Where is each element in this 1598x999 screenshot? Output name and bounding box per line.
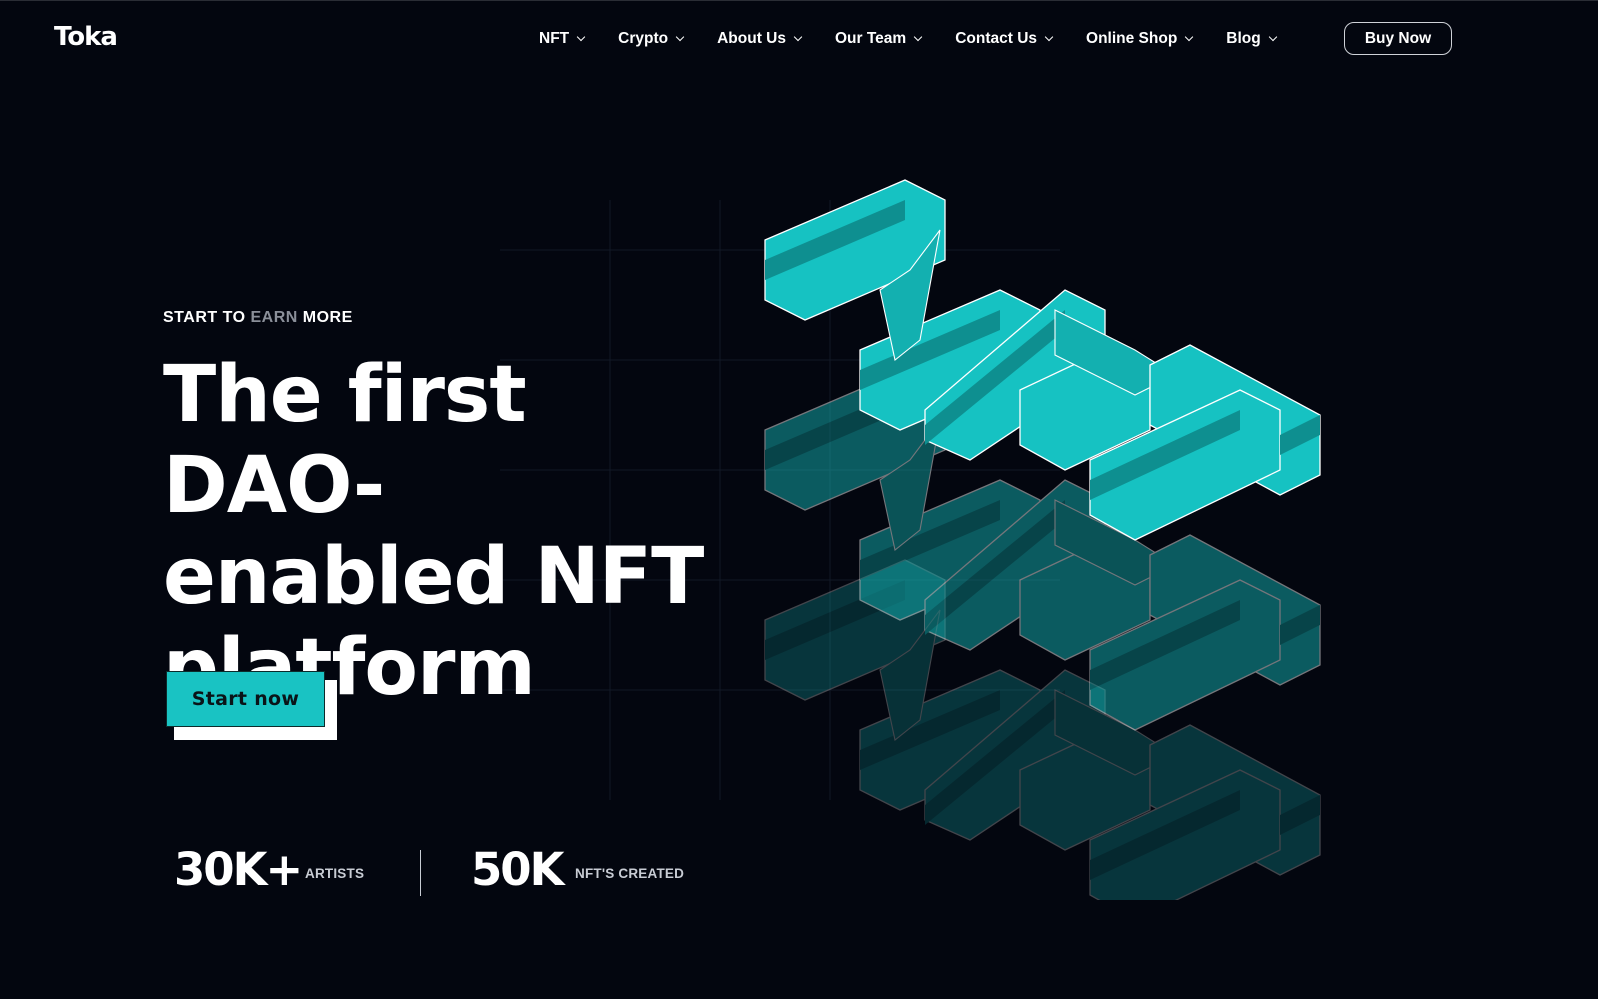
top-border (0, 0, 1598, 1)
nav-item-blog[interactable]: Blog (1226, 27, 1277, 51)
start-now-button[interactable]: Start now (166, 671, 325, 727)
nav-item-nft[interactable]: NFT (539, 27, 586, 51)
hero-title-line: The first DAO- (163, 350, 527, 531)
hero-eyebrow: START TO EARN MORE (163, 309, 353, 327)
nav-item-label: Our Team (834, 30, 907, 47)
nav-item-label: Contact Us (955, 30, 1038, 47)
nav-item-our-team[interactable]: Our Team (834, 27, 923, 51)
eyebrow-word: TO (222, 309, 246, 326)
eyebrow-word-highlight: EARN (250, 309, 298, 326)
nav-item-label: About Us (717, 30, 786, 47)
hero-title: The first DAO- enabled NFT platform (163, 350, 763, 714)
nav-item-label: Crypto (618, 30, 669, 47)
nav-item-label: NFT (539, 30, 570, 47)
stat-label-nfts: NFT'S CREATED (575, 866, 685, 881)
stat-value-artists: 30K+ (174, 843, 303, 896)
chevron-down-icon (1185, 32, 1194, 42)
main-nav: NFT Crypto About Us Our Team Contact Us … (539, 27, 1310, 51)
page: Toka NFT Crypto About Us Our Team Contac… (0, 0, 1598, 999)
chevron-down-icon (913, 32, 923, 42)
chevron-down-icon (576, 32, 586, 42)
stat-divider (420, 850, 421, 896)
nav-item-crypto[interactable]: Crypto (618, 27, 685, 51)
nav-item-about-us[interactable]: About Us (717, 27, 803, 51)
eyebrow-word: START (163, 309, 218, 326)
stat-value-nfts: 50K (471, 843, 564, 896)
chevron-down-icon (675, 32, 685, 42)
site-logo[interactable]: Toka (54, 22, 118, 52)
nav-item-label: Online Shop (1086, 30, 1178, 47)
chevron-down-icon (793, 32, 803, 42)
nav-item-label: Blog (1226, 30, 1261, 47)
eyebrow-word: MORE (302, 309, 353, 326)
hero-title-line: enabled NFT (163, 532, 704, 622)
nav-item-contact-us[interactable]: Contact Us (955, 27, 1054, 51)
nav-item-online-shop[interactable]: Online Shop (1086, 27, 1194, 51)
chevron-down-icon (1044, 32, 1054, 42)
chevron-down-icon (1268, 32, 1277, 42)
buy-now-button[interactable]: Buy Now (1344, 22, 1452, 55)
stat-label-artists: ARTISTS (305, 866, 365, 881)
